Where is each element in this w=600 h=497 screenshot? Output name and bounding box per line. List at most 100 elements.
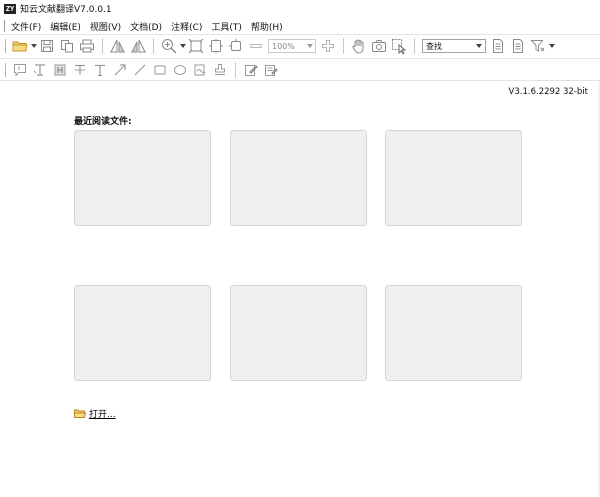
sign-tool-button[interactable] xyxy=(191,61,209,79)
typewriter-button[interactable] xyxy=(91,61,109,79)
toolbar-separator xyxy=(414,38,415,54)
rotate-right-button[interactable] xyxy=(129,37,147,55)
main-toolbar: 100% 查找 xyxy=(0,35,600,57)
properties-icon xyxy=(265,65,278,76)
strikethrough-icon xyxy=(75,64,85,75)
menu-document[interactable]: 文档(D) xyxy=(130,20,162,33)
search-label: 查找 xyxy=(426,41,442,51)
open-folder-button[interactable] xyxy=(11,37,29,55)
filter-button[interactable] xyxy=(529,37,547,55)
save-icon xyxy=(41,40,53,52)
arrow-icon xyxy=(114,64,126,76)
save-button[interactable] xyxy=(38,37,56,55)
cursor-select-icon xyxy=(392,39,407,54)
rectangle-icon xyxy=(154,65,166,75)
select-tool-button[interactable] xyxy=(390,37,408,55)
text-icon xyxy=(95,64,105,77)
open-file-label: 打开... xyxy=(89,410,116,420)
menu-help[interactable]: 帮助(H) xyxy=(251,20,283,33)
search-combobox[interactable]: 查找 xyxy=(422,39,486,53)
actual-size-icon xyxy=(229,39,241,51)
note-tool-button[interactable] xyxy=(11,61,29,79)
menu-view[interactable]: 视图(V) xyxy=(90,20,121,33)
document-next-icon xyxy=(513,39,523,53)
toolbar-separator xyxy=(343,38,344,54)
snapshot-button[interactable] xyxy=(370,37,388,55)
app-logo: ZY xyxy=(4,3,16,14)
arrow-tool-button[interactable] xyxy=(111,61,129,79)
rectangle-tool-button[interactable] xyxy=(151,61,169,79)
plus-icon xyxy=(322,40,334,52)
zoom-dropdown-caret[interactable] xyxy=(179,37,186,55)
fit-width-icon xyxy=(209,39,223,53)
text-insert-button[interactable] xyxy=(31,61,49,79)
version-label: V3.1.6.2292 32-bit xyxy=(508,87,588,97)
menu-comment[interactable]: 注释(C) xyxy=(171,20,202,33)
chevron-down-icon xyxy=(307,44,313,48)
ellipse-icon xyxy=(174,65,186,75)
find-previous-button[interactable] xyxy=(489,37,507,55)
recent-file-thumbnail[interactable] xyxy=(74,130,211,226)
menu-tools[interactable]: 工具(T) xyxy=(211,20,242,33)
toolbar-separator xyxy=(153,38,154,54)
strikeout-button[interactable] xyxy=(71,61,89,79)
chevron-down-icon xyxy=(476,44,482,48)
toolbar-divider xyxy=(0,58,600,59)
recent-file-thumbnail[interactable] xyxy=(385,130,522,226)
fit-width-button[interactable] xyxy=(207,37,225,55)
toolbar-grip xyxy=(5,39,6,53)
rotate-left-icon xyxy=(110,39,125,53)
annotation-properties-button[interactable] xyxy=(262,61,280,79)
edit-annotation-button[interactable] xyxy=(242,61,260,79)
menu-edit[interactable]: 编辑(E) xyxy=(50,20,81,33)
note-icon xyxy=(14,64,26,77)
minus-icon xyxy=(250,44,262,48)
menu-bar: 文件(F) 编辑(E) 视图(V) 文档(D) 注释(C) 工具(T) 帮助(H… xyxy=(0,18,600,34)
recent-file-thumbnail[interactable] xyxy=(385,285,522,381)
fit-page-button[interactable] xyxy=(187,37,205,55)
open-dropdown-caret[interactable] xyxy=(30,37,37,55)
zoom-level-value: 100% xyxy=(272,41,295,51)
recent-file-thumbnail[interactable] xyxy=(230,130,367,226)
toolbar-grip xyxy=(5,63,6,77)
ellipse-tool-button[interactable] xyxy=(171,61,189,79)
print-button[interactable] xyxy=(78,37,96,55)
zoom-in-button[interactable] xyxy=(160,37,178,55)
toolbar-separator xyxy=(102,38,103,54)
document-prev-icon xyxy=(493,39,503,53)
menu-file[interactable]: 文件(F) xyxy=(11,20,41,33)
recent-files-heading: 最近阅读文件: xyxy=(74,117,132,127)
folder-icon xyxy=(74,409,86,418)
highlight-icon xyxy=(54,64,66,76)
hand-icon xyxy=(352,39,364,54)
open-file-link[interactable]: 打开... xyxy=(74,407,116,420)
edit-icon xyxy=(245,65,258,76)
actual-size-button[interactable] xyxy=(227,37,245,55)
title-bar: ZY 知云文献翻译V7.0.0.1 xyxy=(0,0,600,17)
find-next-button[interactable] xyxy=(509,37,527,55)
rotate-left-button[interactable] xyxy=(109,37,127,55)
signature-icon xyxy=(194,64,206,76)
filter-dropdown-caret[interactable] xyxy=(548,37,555,55)
printer-icon xyxy=(80,39,94,53)
zoom-plus-button[interactable] xyxy=(319,37,337,55)
window-title: 知云文献翻译V7.0.0.1 xyxy=(20,5,112,15)
filter-icon xyxy=(530,40,545,52)
zoom-level-select[interactable]: 100% xyxy=(268,39,316,53)
recent-file-thumbnail[interactable] xyxy=(230,285,367,381)
line-tool-button[interactable] xyxy=(131,61,149,79)
folder-icon xyxy=(12,41,28,52)
text-insert-icon xyxy=(33,64,45,76)
hand-tool-button[interactable] xyxy=(350,37,368,55)
stamp-icon xyxy=(215,64,225,75)
highlight-button[interactable] xyxy=(51,61,69,79)
zoom-in-icon xyxy=(162,39,177,54)
line-icon xyxy=(134,64,146,76)
recent-file-thumbnail[interactable] xyxy=(74,285,211,381)
zoom-out-button[interactable] xyxy=(247,37,265,55)
annotation-toolbar xyxy=(0,60,600,80)
copy-icon xyxy=(61,40,73,53)
menu-grip xyxy=(4,20,5,32)
save-copy-button[interactable] xyxy=(58,37,76,55)
stamp-tool-button[interactable] xyxy=(211,61,229,79)
